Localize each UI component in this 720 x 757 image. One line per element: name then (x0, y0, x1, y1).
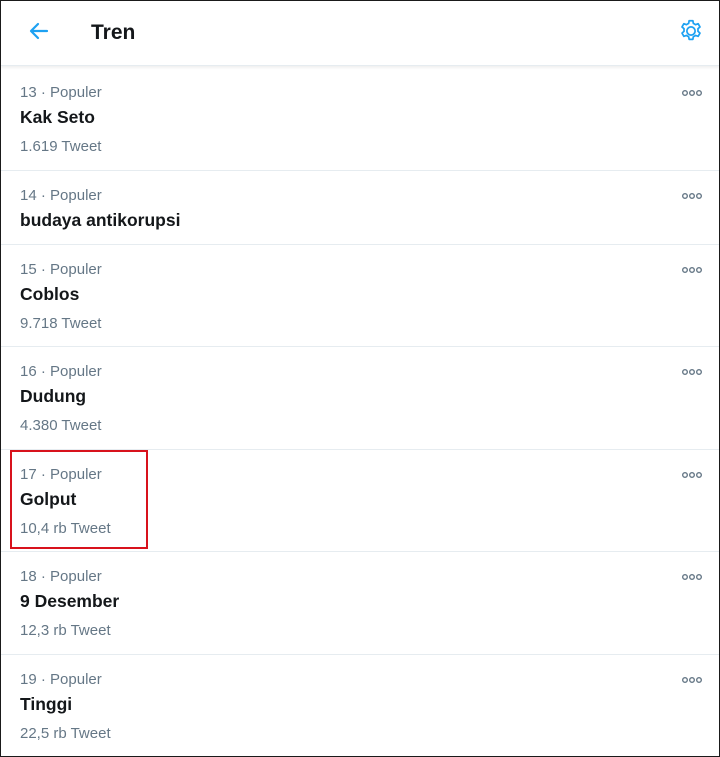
trend-item[interactable]: 14 · Populer budaya antikorupsi (1, 171, 719, 245)
trend-tweet-count: 9.718 Tweet (20, 314, 102, 332)
trend-category: Populer (50, 465, 102, 483)
arrow-left-icon (27, 19, 51, 48)
trend-name: 9 Desember (20, 591, 120, 611)
trend-meta: 13 · Populer (20, 84, 102, 101)
separator-dot: · (36, 84, 51, 101)
separator-dot: · (36, 465, 51, 483)
trend-item[interactable]: 16 · Populer Dudung 4.380 Tweet (1, 347, 719, 450)
trend-rank: 17 (20, 465, 37, 483)
separator-dot: · (36, 260, 51, 278)
more-horizontal-icon (682, 465, 702, 483)
trend-rank: 16 (20, 363, 37, 380)
more-options-button[interactable] (681, 263, 703, 275)
trend-meta: 19 · Populer (20, 671, 102, 688)
trends-list: 13 · Populer Kak Seto 1.619 Tweet 14 · Popu… (1, 68, 719, 757)
more-options-button[interactable] (681, 86, 703, 98)
trend-rank: 15 (20, 260, 37, 278)
more-horizontal-icon (682, 670, 702, 688)
trend-rank: 13 (20, 84, 37, 101)
more-horizontal-icon (682, 567, 702, 585)
separator-dot: · (36, 186, 51, 204)
back-button[interactable] (23, 17, 55, 49)
trend-name: Dudung (20, 386, 87, 406)
more-options-button[interactable] (681, 468, 703, 480)
more-options-button[interactable] (681, 570, 703, 582)
trend-meta: 14 · Populer (20, 187, 102, 204)
more-horizontal-icon (682, 362, 702, 380)
settings-button[interactable] (675, 17, 707, 49)
gear-icon (678, 18, 704, 49)
more-horizontal-icon (682, 186, 702, 204)
trend-name: budaya antikorupsi (20, 209, 181, 230)
trend-category: Populer (50, 568, 102, 585)
more-options-button[interactable] (681, 365, 703, 377)
trend-item[interactable]: 15 · Populer Coblos 9.718 Tweet (1, 245, 719, 347)
trend-category: Populer (50, 260, 102, 278)
trend-tweet-count: 4.380 Tweet (20, 417, 102, 434)
header-bar: Tren (1, 1, 719, 66)
trend-name: Coblos (20, 283, 80, 304)
trend-tweet-count: 12,3 rb Tweet (20, 622, 111, 639)
trend-item[interactable]: 18 · Populer 9 Desember 12,3 rb Tweet (1, 552, 719, 655)
page-title: Tren (91, 21, 136, 44)
trend-meta: 16 · Populer (20, 363, 102, 380)
trend-meta: 18 · Populer (20, 568, 102, 585)
trend-name: Kak Seto (20, 107, 95, 127)
trend-name: Golput (20, 488, 77, 509)
trend-item[interactable]: 19 · Populer Tinggi 22,5 rb Tweet (1, 655, 719, 757)
separator-dot: · (36, 363, 51, 380)
more-horizontal-icon (682, 83, 702, 101)
trend-tweet-count: 22,5 rb Tweet (20, 724, 111, 742)
trend-rank: 14 (20, 186, 37, 204)
more-horizontal-icon (682, 260, 702, 278)
trend-category: Populer (50, 84, 102, 101)
trend-item[interactable]: 13 · Populer Kak Seto 1.619 Tweet (1, 68, 719, 171)
trend-category: Populer (50, 186, 102, 204)
trends-screen: Tren 13 · Populer Kak Seto 1.619 Tweet 14 ·… (0, 0, 720, 757)
trend-tweet-count: 10,4 rb Tweet (20, 519, 111, 537)
separator-dot: · (36, 568, 51, 585)
more-options-button[interactable] (681, 189, 703, 201)
trend-category: Populer (50, 363, 102, 380)
trend-item[interactable]: 17 · Populer Golput 10,4 rb Tweet (1, 450, 719, 552)
trend-name: Tinggi (20, 693, 73, 714)
trend-rank: 19 (20, 670, 37, 688)
trend-meta: 15 · Populer (20, 261, 102, 278)
trend-rank: 18 (20, 568, 37, 585)
trend-tweet-count: 1.619 Tweet (20, 138, 102, 155)
separator-dot: · (36, 670, 51, 688)
trend-meta: 17 · Populer (20, 466, 102, 483)
more-options-button[interactable] (681, 673, 703, 685)
trend-category: Populer (50, 670, 102, 688)
